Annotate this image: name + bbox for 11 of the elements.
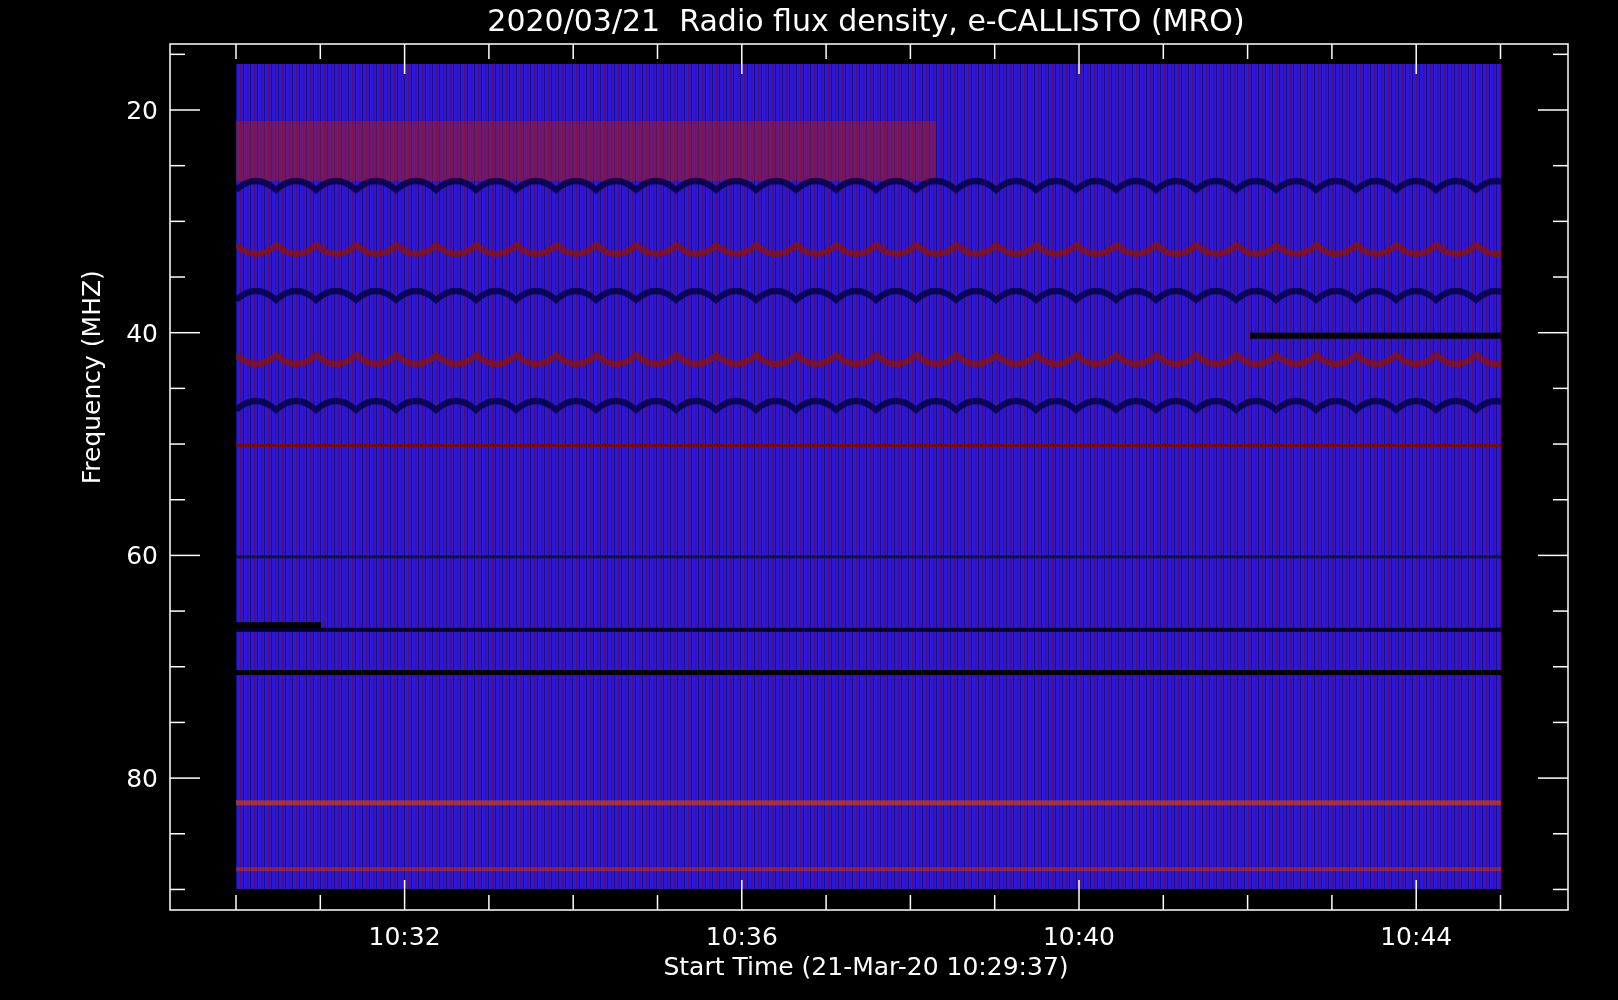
- tick-label: 10:40: [1043, 922, 1115, 951]
- axis-label: Start Time (21-Mar-20 10:29:37): [663, 952, 1069, 981]
- tick-label: 80: [126, 764, 158, 794]
- tick-label: 60: [126, 541, 158, 571]
- tick-label: 20: [126, 96, 158, 125]
- axis-label: Frequency (MHZ): [77, 270, 106, 485]
- tick-label: 10:44: [1380, 922, 1453, 951]
- chart-title: 2020/03/21 Radio flux density, e-CALLISTO (MRO): [487, 3, 1245, 38]
- tick-label: 10:32: [368, 922, 441, 951]
- tick-label: 10:36: [705, 922, 778, 951]
- tick-label: 40: [126, 318, 158, 348]
